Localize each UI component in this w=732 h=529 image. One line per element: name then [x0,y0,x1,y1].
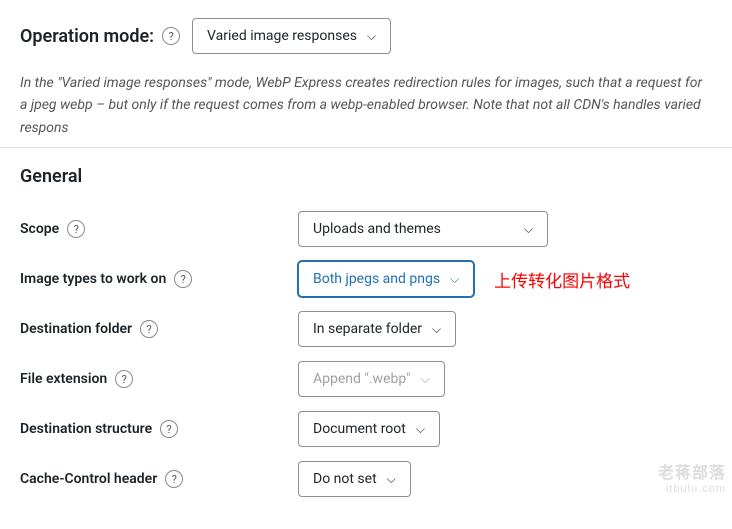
scope-value: Uploads and themes [313,221,441,237]
file-extension-value: Append ".webp" [313,371,411,387]
scope-select[interactable]: Uploads and themes ⌵ [298,211,548,247]
destination-folder-select[interactable]: In separate folder ⌵ [298,311,456,347]
help-icon[interactable]: ? [160,420,178,438]
destination-structure-select[interactable]: Document root ⌵ [298,411,440,447]
destination-structure-label: Destination structure [20,421,152,437]
operation-mode-description: In the "Varied image responses" mode, We… [20,72,712,139]
chevron-down-icon: ⌵ [450,272,459,287]
operation-mode-select[interactable]: Varied image responses ⌵ [192,18,391,54]
help-icon[interactable]: ? [174,270,192,288]
chevron-down-icon: ⌵ [387,472,396,487]
chevron-down-icon: ⌵ [432,322,441,337]
file-extension-select: Append ".webp" ⌵ [298,361,445,397]
chevron-down-icon: ⌵ [367,29,376,44]
operation-mode-label: Operation mode: [20,26,154,47]
help-icon[interactable]: ? [67,220,85,238]
image-types-value: Both jpegs and pngs [313,271,440,287]
cache-control-value: Do not set [313,471,377,487]
cache-control-select[interactable]: Do not set ⌵ [298,461,411,497]
image-types-select[interactable]: Both jpegs and pngs ⌵ [298,261,474,297]
chevron-down-icon: ⌵ [524,222,533,237]
help-icon[interactable]: ? [165,470,183,488]
help-icon[interactable]: ? [140,320,158,338]
image-types-label: Image types to work on [20,271,166,287]
cache-control-label: Cache-Control header [20,471,157,487]
destination-folder-value: In separate folder [313,321,422,337]
chevron-down-icon: ⌵ [421,372,430,387]
file-extension-label: File extension [20,371,107,387]
chevron-down-icon: ⌵ [416,422,425,437]
operation-mode-value: Varied image responses [207,28,357,44]
destination-structure-value: Document root [313,421,406,437]
help-icon[interactable]: ? [162,27,180,45]
image-types-annotation: 上传转化图片格式 [494,267,630,292]
help-icon[interactable]: ? [115,370,133,388]
destination-folder-label: Destination folder [20,321,132,337]
scope-label: Scope [20,221,59,237]
general-section-title: General [20,166,712,187]
